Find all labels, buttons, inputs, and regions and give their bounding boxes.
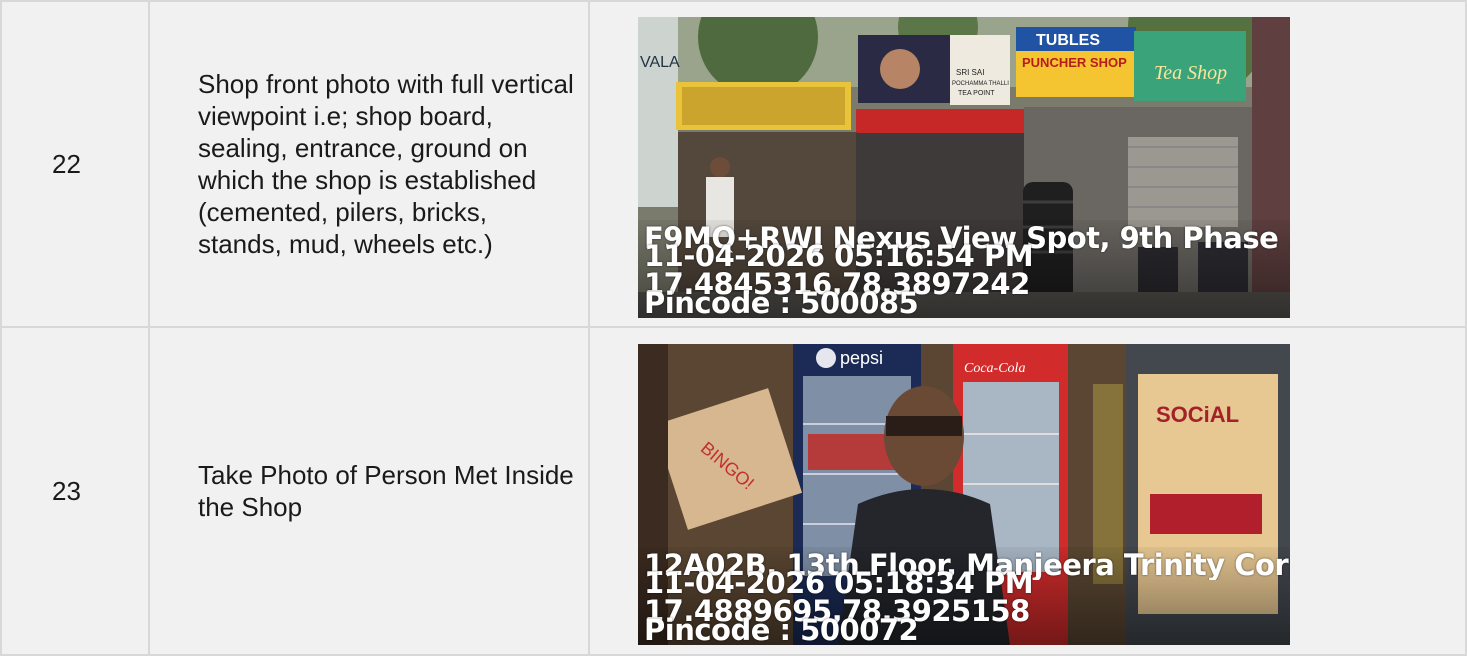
row-description: Shop front photo with full vertical view… — [148, 0, 590, 328]
photo-cell: pepsi Coca-Cola BINGO! SOCiAL 12A02B, 13… — [588, 326, 1467, 656]
svg-text:POCHAMMA THALLI: POCHAMMA THALLI — [952, 81, 1009, 87]
row-number: 22 — [0, 0, 150, 328]
row-number: 23 — [0, 326, 150, 656]
person-in-shop-photo[interactable]: pepsi Coca-Cola BINGO! SOCiAL 12A02B, 13… — [638, 344, 1290, 645]
geotag-pincode: Pincode : 500085 — [644, 289, 919, 318]
table-row: 23 Take Photo of Person Met Inside the S… — [0, 326, 1467, 656]
photo-cell: VALA SRI SAI POCHAMMA THALLI TEA POINT T… — [588, 0, 1467, 328]
svg-text:TEA POINT: TEA POINT — [958, 90, 995, 97]
svg-text:Tea Shop: Tea Shop — [1154, 62, 1227, 84]
table-row: 22 Shop front photo with full vertical v… — [0, 0, 1467, 328]
geotag-overlay: F9MQ+RWJ Nexus View Spot, 9th Phase ... … — [638, 220, 1290, 318]
svg-text:VALA: VALA — [640, 54, 680, 71]
geotag-datetime: 11-04-2026 05:16:54 PM — [644, 242, 1034, 271]
geotag-pincode: Pincode : 500072 — [644, 616, 919, 645]
svg-text:SRI SAI: SRI SAI — [956, 68, 984, 77]
svg-text:SOCiAL: SOCiAL — [1156, 402, 1239, 427]
svg-text:PUNCHER SHOP: PUNCHER SHOP — [1022, 55, 1127, 70]
geotag-datetime: 11-04-2026 05:18:34 PM — [644, 569, 1034, 598]
svg-text:pepsi: pepsi — [840, 348, 883, 368]
shop-front-photo[interactable]: VALA SRI SAI POCHAMMA THALLI TEA POINT T… — [638, 17, 1290, 318]
verification-table: 22 Shop front photo with full vertical v… — [0, 0, 1467, 656]
row-description: Take Photo of Person Met Inside the Shop — [148, 326, 590, 656]
svg-text:TUBLES: TUBLES — [1036, 32, 1100, 49]
geotag-overlay: 12A02B, 13th Floor, Manjeera Trinity Cor… — [638, 547, 1290, 645]
svg-text:Coca-Cola: Coca-Cola — [964, 361, 1025, 376]
